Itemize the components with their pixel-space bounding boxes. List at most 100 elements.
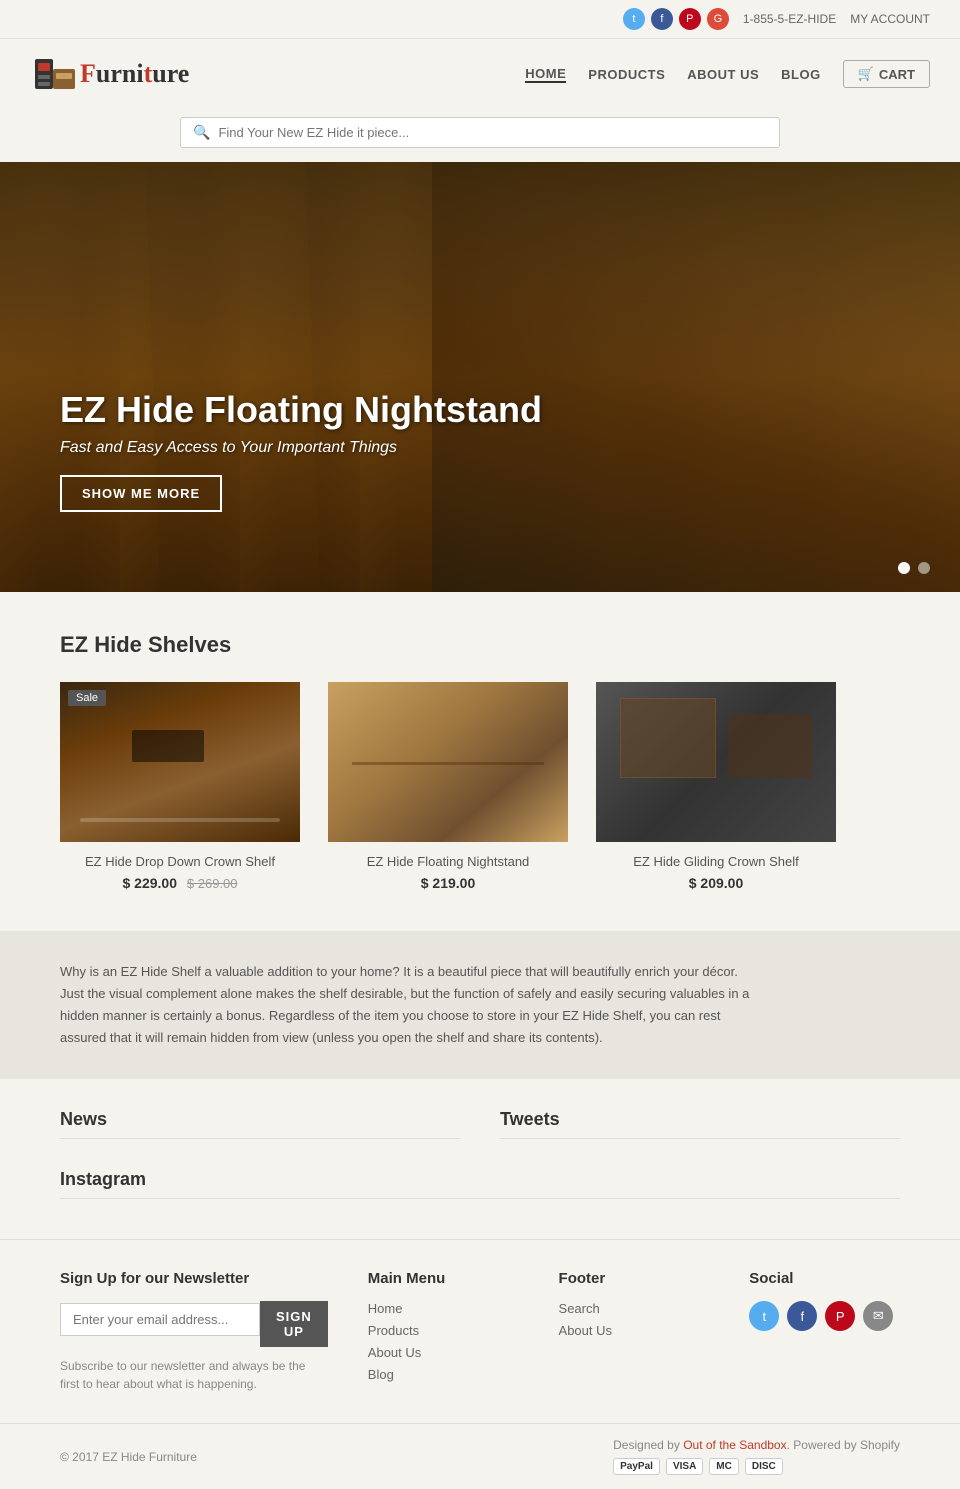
shelf-line (352, 762, 544, 765)
hero-content: EZ Hide Floating Nightstand Fast and Eas… (60, 389, 542, 512)
footer-main-menu-col: Main Menu Home Products About Us Blog (368, 1270, 519, 1393)
paypal-icon: PayPal (613, 1458, 660, 1475)
newsletter-title: Sign Up for our Newsletter (60, 1270, 328, 1287)
product-name-2: EZ Hide Floating Nightstand (328, 854, 568, 869)
footer-twitter-icon[interactable]: t (749, 1301, 779, 1331)
cart-label: CART (879, 67, 915, 82)
search-input[interactable] (218, 125, 767, 140)
products-grid: Sale EZ Hide Drop Down Crown Shelf $ 229… (60, 682, 900, 891)
footer-footer-menu-col: Footer Search About Us (559, 1270, 710, 1393)
hero-cta-button[interactable]: SHOW ME MORE (60, 475, 222, 512)
news-title: News (60, 1109, 460, 1139)
product-name-3: EZ Hide Gliding Crown Shelf (596, 854, 836, 869)
product-price-3: $ 209.00 (596, 875, 836, 891)
price-old-1: $ 269.00 (187, 876, 238, 891)
logo-t: t (144, 59, 153, 89)
powered-shopify-label: . Powered by Shopify (787, 1438, 900, 1452)
payment-icons: PayPal VISA MC DISC (613, 1458, 900, 1475)
product-card-2[interactable]: EZ Hide Floating Nightstand $ 219.00 (328, 682, 568, 891)
drawer-shape (728, 714, 812, 778)
search-bar: 🔍 (180, 117, 780, 148)
product-price-2: $ 219.00 (328, 875, 568, 891)
tweets-col: Tweets (500, 1109, 900, 1149)
nav-blog[interactable]: BLOG (781, 67, 821, 82)
logo-icon (30, 49, 80, 99)
nav-about[interactable]: ABOUT US (687, 67, 759, 82)
footer-social-icons: t f P ✉ (749, 1301, 900, 1331)
hero-title: EZ Hide Floating Nightstand (60, 389, 542, 431)
product-image-2 (328, 682, 568, 842)
hero-dot-2[interactable] (918, 562, 930, 574)
google-icon-top[interactable]: G (707, 8, 729, 30)
logo-rest: urni (96, 59, 144, 89)
footer-link-about[interactable]: About Us (368, 1345, 519, 1360)
footer-social-col: Social t f P ✉ (749, 1270, 900, 1393)
powered-by: Designed by Out of the Sandbox. Powered … (613, 1438, 900, 1452)
hero-dots (898, 562, 930, 574)
mastercard-icon: MC (709, 1458, 739, 1475)
header: F urni t ure HOME PRODUCTS ABOUT US BLOG… (0, 39, 960, 109)
content-section: News Tweets Instagram (0, 1079, 960, 1239)
product-card-3[interactable]: EZ Hide Gliding Crown Shelf $ 209.00 (596, 682, 836, 891)
designed-by-label: Designed by (613, 1438, 683, 1452)
nav-home[interactable]: HOME (525, 66, 566, 83)
visa-icon: VISA (666, 1458, 703, 1475)
cart-button[interactable]: 🛒 CART (843, 60, 930, 88)
main-menu-title: Main Menu (368, 1270, 519, 1287)
price-current-3: $ 209.00 (689, 875, 744, 891)
price-current-1: $ 229.00 (123, 875, 178, 891)
footer-right: Designed by Out of the Sandbox. Powered … (613, 1438, 900, 1475)
logo[interactable]: F urni t ure (30, 49, 189, 99)
footer-menu-title: Footer (559, 1270, 710, 1287)
info-section: Why is an EZ Hide Shelf a valuable addit… (0, 931, 960, 1079)
hero-dot-1[interactable] (898, 562, 910, 574)
product-image-1: Sale (60, 682, 300, 842)
logo-f: F (80, 59, 96, 89)
product-img-bg-2 (328, 682, 568, 842)
nav-products[interactable]: PRODUCTS (588, 67, 665, 82)
pinterest-icon-top[interactable]: P (679, 8, 701, 30)
newsletter-signup-button[interactable]: SIGN UP (260, 1301, 328, 1347)
facebook-icon-top[interactable]: f (651, 8, 673, 30)
news-col: News (60, 1109, 460, 1149)
price-current-2: $ 219.00 (421, 875, 476, 891)
search-icon: 🔍 (193, 124, 210, 141)
products-section-title: EZ Hide Shelves (60, 632, 900, 658)
instagram-title: Instagram (60, 1169, 900, 1199)
product-image-3 (596, 682, 836, 842)
footer-link-search[interactable]: Search (559, 1301, 710, 1316)
info-text: Why is an EZ Hide Shelf a valuable addit… (60, 961, 760, 1049)
logo-ure: ure (152, 59, 189, 89)
gun-shape (132, 730, 204, 762)
social-icons-top: t f P G (623, 8, 729, 30)
footer-pinterest-icon[interactable]: P (825, 1301, 855, 1331)
frame-shape (620, 698, 716, 778)
footer-link-home[interactable]: Home (368, 1301, 519, 1316)
sandbox-link[interactable]: Out of the Sandbox (683, 1438, 786, 1452)
phone-number: 1-855-5-EZ-HIDE (743, 12, 836, 26)
footer-link-blog[interactable]: Blog (368, 1367, 519, 1382)
product-card-1[interactable]: Sale EZ Hide Drop Down Crown Shelf $ 229… (60, 682, 300, 891)
discover-icon: DISC (745, 1458, 783, 1475)
sale-badge-1: Sale (68, 690, 106, 706)
cart-icon: 🛒 (858, 66, 874, 82)
drawer-detail (80, 818, 280, 822)
footer-facebook-icon[interactable]: f (787, 1301, 817, 1331)
footer-newsletter-col: Sign Up for our Newsletter SIGN UP Subsc… (60, 1270, 328, 1393)
products-section: EZ Hide Shelves Sale EZ Hide Drop Down C… (0, 592, 960, 931)
hero-subtitle: Fast and Easy Access to Your Important T… (60, 439, 542, 457)
my-account-link[interactable]: MY ACCOUNT (850, 12, 930, 26)
product-name-1: EZ Hide Drop Down Crown Shelf (60, 854, 300, 869)
product-img-bg-3 (596, 682, 836, 842)
search-bar-wrap: 🔍 (0, 109, 960, 162)
newsletter-form: SIGN UP (60, 1301, 328, 1347)
twitter-icon-top[interactable]: t (623, 8, 645, 30)
footer-email-icon[interactable]: ✉ (863, 1301, 893, 1331)
top-bar: t f P G 1-855-5-EZ-HIDE MY ACCOUNT (0, 0, 960, 39)
product-img-bg-1 (60, 682, 300, 842)
copyright: © 2017 EZ Hide Furniture (60, 1450, 197, 1464)
product-price-1: $ 229.00 $ 269.00 (60, 875, 300, 891)
tweets-title: Tweets (500, 1109, 900, 1139)
newsletter-note: Subscribe to our newsletter and always b… (60, 1357, 328, 1393)
hero-overlay (0, 162, 960, 592)
